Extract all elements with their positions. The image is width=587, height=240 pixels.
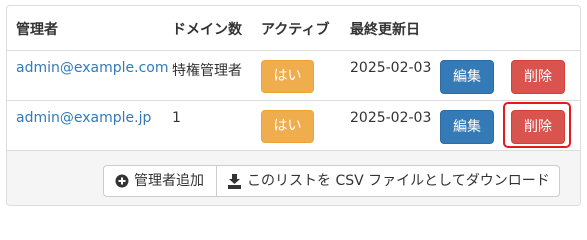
column-header-active: アクティブ (261, 22, 330, 38)
domain-count: 特権管理者 (172, 63, 242, 79)
active-badge: はい (261, 110, 314, 143)
edit-button[interactable]: 編集 (440, 110, 494, 144)
add-admin-label: 管理者追加 (134, 173, 204, 189)
edit-button[interactable]: 編集 (440, 60, 494, 94)
table-row: admin@example.jp 1 はい 2025-02-03 編集 削除 (7, 100, 580, 151)
column-header-admin: 管理者 (16, 22, 58, 38)
delete-button[interactable]: 削除 (511, 60, 565, 94)
domain-count: 1 (172, 110, 181, 126)
table-footer: 管理者追加 このリストを CSV ファイルとしてダウンロード (7, 150, 580, 205)
column-header-domains: ドメイン数 (172, 22, 242, 38)
download-icon (228, 174, 241, 189)
admin-email-link[interactable]: admin@example.com (16, 60, 168, 76)
table-header: 管理者 ドメイン数 アクティブ 最終更新日 (7, 6, 580, 51)
last-updated-date: 2025-02-03 (350, 110, 432, 126)
add-admin-button[interactable]: 管理者追加 (103, 165, 217, 197)
csv-download-label: このリストを CSV ファイルとしてダウンロード (247, 173, 550, 189)
active-badge: はい (261, 60, 314, 93)
last-updated-date: 2025-02-03 (350, 60, 432, 76)
column-header-updated: 最終更新日 (350, 22, 420, 38)
csv-download-button[interactable]: このリストを CSV ファイルとしてダウンロード (216, 165, 560, 197)
plus-circle-icon (115, 174, 129, 188)
table-row: admin@example.com 特権管理者 はい 2025-02-03 編集… (7, 50, 580, 101)
admin-email-link[interactable]: admin@example.jp (16, 110, 151, 126)
delete-button-highlight (503, 102, 571, 148)
admin-list-panel: 管理者 ドメイン数 アクティブ 最終更新日 admin@example.com … (6, 5, 581, 206)
